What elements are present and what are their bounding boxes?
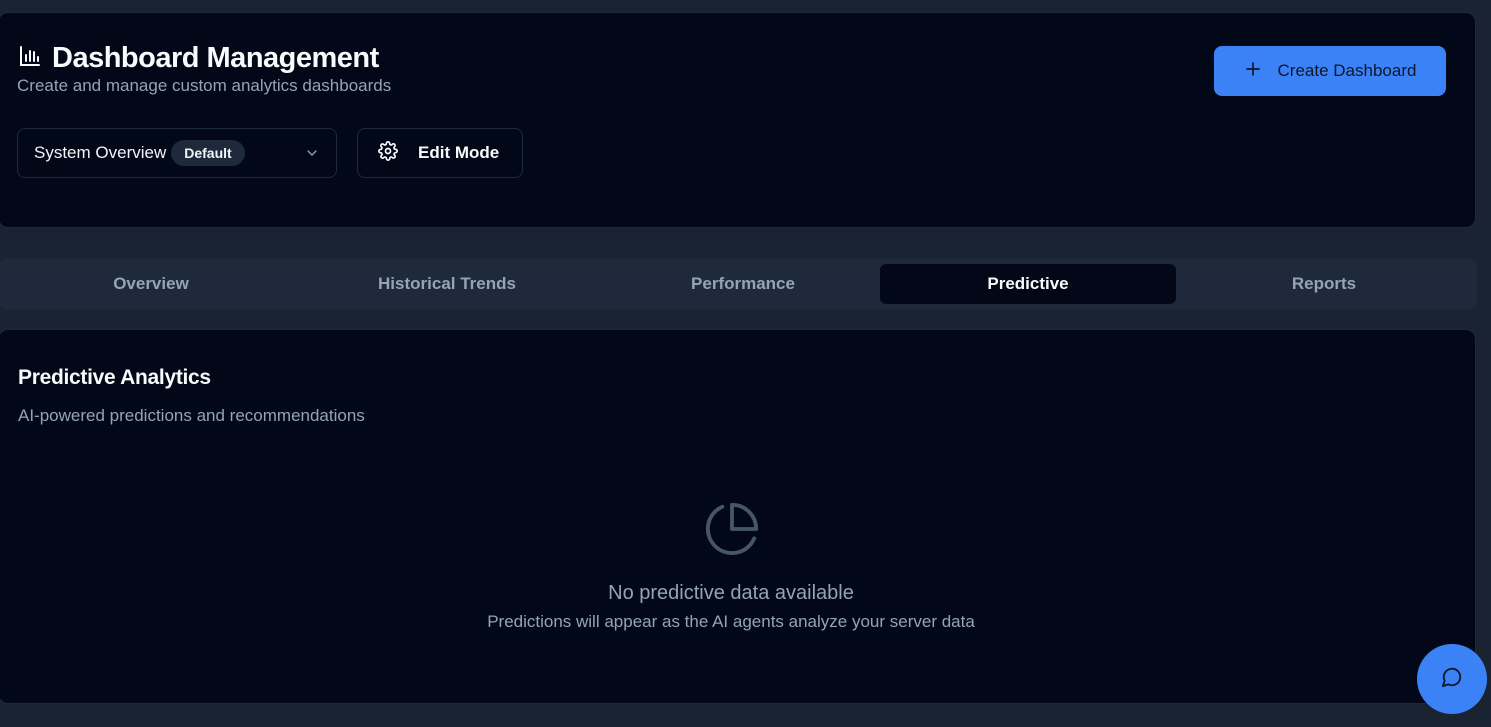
plus-icon (1244, 60, 1262, 83)
tab-performance[interactable]: Performance (595, 264, 891, 304)
dashboard-select-value: System Overview (34, 143, 167, 162)
dashboard-select[interactable]: System Overview Default (17, 128, 337, 178)
page-title: Dashboard Management (52, 42, 379, 74)
pie-chart-icon (703, 500, 761, 558)
tab-historical-trends[interactable]: Historical Trends (299, 264, 595, 304)
tab-reports[interactable]: Reports (1176, 264, 1472, 304)
edit-mode-button[interactable]: Edit Mode (357, 128, 523, 178)
empty-state-text: Predictions will appear as the AI agents… (487, 612, 975, 631)
create-dashboard-button[interactable]: Create Dashboard (1214, 46, 1446, 96)
section-title: Predictive Analytics (18, 366, 211, 389)
chat-bubble-icon (1441, 666, 1463, 693)
tab-bar: Overview Historical Trends Performance P… (0, 259, 1477, 309)
gear-icon (378, 140, 398, 166)
tab-predictive[interactable]: Predictive (880, 264, 1176, 304)
predictive-panel: Predictive Analytics AI-powered predicti… (0, 329, 1476, 704)
chevron-down-icon (304, 145, 320, 161)
page-subtitle: Create and manage custom analytics dashb… (17, 76, 392, 95)
chat-button[interactable] (1417, 644, 1487, 714)
default-badge: Default (171, 140, 245, 166)
edit-mode-label: Edit Mode (418, 143, 500, 162)
section-subtitle: AI-powered predictions and recommendatio… (18, 406, 365, 425)
bar-chart-icon (18, 44, 42, 73)
page-header: Dashboard Management (18, 42, 379, 75)
create-dashboard-label: Create Dashboard (1277, 61, 1417, 80)
tab-overview[interactable]: Overview (3, 264, 299, 304)
empty-state-title: No predictive data available (608, 582, 854, 604)
